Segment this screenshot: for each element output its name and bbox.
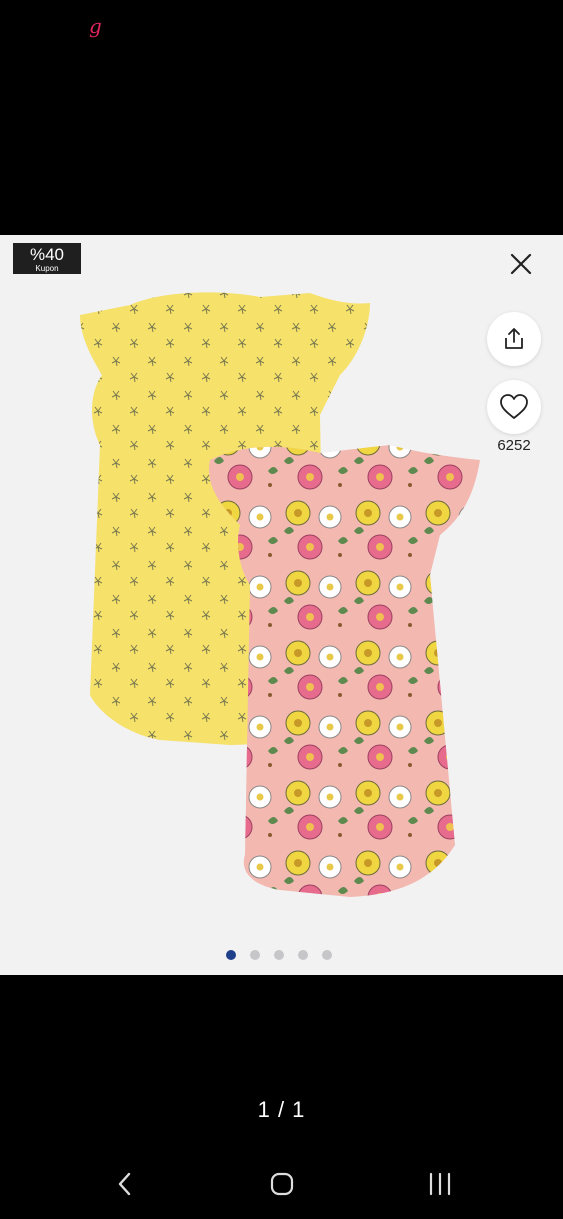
recents-icon — [429, 1172, 451, 1196]
chevron-left-icon — [118, 1172, 131, 1196]
home-button[interactable] — [262, 1166, 302, 1202]
close-icon — [510, 253, 532, 275]
recents-button[interactable] — [420, 1166, 460, 1202]
app-notification-icon: g — [89, 14, 102, 38]
system-navigation-bar — [0, 1150, 563, 1219]
home-icon — [270, 1172, 294, 1196]
image-viewer: %40 Kupon 6252 — [0, 235, 563, 975]
pagination-dot[interactable] — [298, 950, 308, 960]
page-counter: 1 / 1 — [257, 1097, 306, 1122]
coupon-badge: %40 Kupon — [13, 243, 81, 274]
product-image[interactable] — [70, 285, 510, 905]
pagination-dot[interactable] — [250, 950, 260, 960]
coupon-label: Kupon — [35, 264, 59, 273]
coupon-percent: %40 — [29, 245, 65, 264]
pagination-dot[interactable] — [226, 950, 236, 960]
pagination-dot[interactable] — [274, 950, 284, 960]
pagination-dot[interactable] — [322, 950, 332, 960]
image-pagination — [226, 950, 332, 962]
back-button[interactable] — [105, 1166, 145, 1202]
close-button[interactable] — [509, 252, 533, 276]
